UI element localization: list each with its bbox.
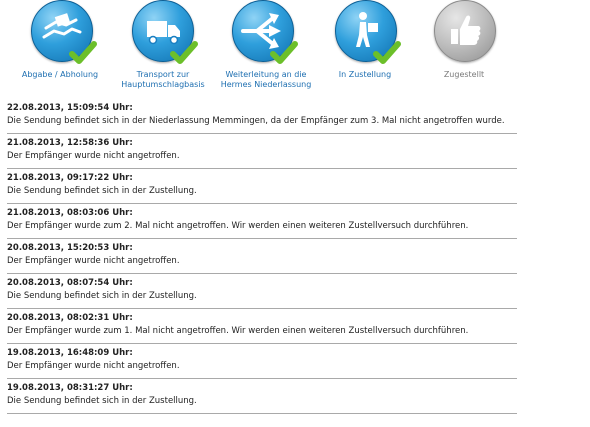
entry-message: Der Empfänger wurde zum 2. Mal nicht ang… — [7, 221, 469, 231]
entry-message: Der Empfänger wurde nicht angetroffen. — [7, 256, 180, 266]
history-entry: 20.08.2013, 15:20:53 Uhr: Der Empfänger … — [7, 239, 517, 274]
check-icon — [270, 41, 298, 64]
step-label: Transport zur Hauptumschlagbasis — [121, 70, 205, 89]
entry-timestamp: 21.08.2013, 12:58:36 Uhr: — [7, 138, 133, 148]
step-label: Weiterleitung an die Hermes Niederlassun… — [220, 70, 312, 89]
entry-message: Der Empfänger wurde nicht angetroffen. — [7, 361, 180, 371]
step-label: In Zustellung — [338, 70, 392, 79]
entry-timestamp: 21.08.2013, 09:17:22 Uhr: — [7, 173, 133, 183]
entry-timestamp: 19.08.2013, 08:31:27 Uhr: — [7, 383, 133, 393]
history-entry: 21.08.2013, 08:03:06 Uhr: Der Empfänger … — [7, 204, 517, 239]
check-icon — [69, 41, 97, 64]
entry-timestamp: 19.08.2013, 16:48:09 Uhr: — [7, 348, 133, 358]
entry-message: Die Sendung befindet sich in der Zustell… — [7, 291, 197, 301]
check-icon — [373, 41, 401, 64]
entry-message: Die Sendung befindet sich in der Zustell… — [7, 396, 197, 406]
history-entry: 20.08.2013, 08:07:54 Uhr: Die Sendung be… — [7, 274, 517, 309]
thumbs-up-icon — [434, 0, 496, 62]
history-entry: 19.08.2013, 16:48:09 Uhr: Der Empfänger … — [7, 344, 517, 379]
entry-message: Die Sendung befindet sich in der Zustell… — [7, 186, 197, 196]
check-icon — [170, 41, 198, 64]
tracking-progress: Abgabe / Abholung Transport zur Hauptums… — [0, 0, 590, 96]
history-entry: 21.08.2013, 09:17:22 Uhr: Die Sendung be… — [7, 169, 517, 204]
entry-timestamp: 20.08.2013, 08:02:31 Uhr: — [7, 313, 133, 323]
entry-message: Der Empfänger wurde zum 1. Mal nicht ang… — [7, 326, 469, 336]
history-entry: 22.08.2013, 15:09:54 Uhr: Die Sendung be… — [7, 99, 517, 134]
entry-timestamp: 22.08.2013, 15:09:54 Uhr: — [7, 103, 133, 113]
entry-timestamp: 20.08.2013, 15:20:53 Uhr: — [7, 243, 133, 253]
entry-message: Der Empfänger wurde nicht angetroffen. — [7, 151, 180, 161]
history-entry: 19.08.2013, 08:31:27 Uhr: Die Sendung be… — [7, 379, 517, 414]
entry-message: Die Sendung befindet sich in der Niederl… — [7, 116, 505, 126]
entry-timestamp: 21.08.2013, 08:03:06 Uhr: — [7, 208, 133, 218]
entry-timestamp: 20.08.2013, 08:07:54 Uhr: — [7, 278, 133, 288]
history-entry: 20.08.2013, 08:02:31 Uhr: Der Empfänger … — [7, 309, 517, 344]
step-label: Abgabe / Abholung — [21, 70, 99, 79]
tracking-history: 22.08.2013, 15:09:54 Uhr: Die Sendung be… — [7, 99, 517, 414]
step-label: Zugestellt — [443, 70, 485, 79]
history-entry: 21.08.2013, 12:58:36 Uhr: Der Empfänger … — [7, 134, 517, 169]
